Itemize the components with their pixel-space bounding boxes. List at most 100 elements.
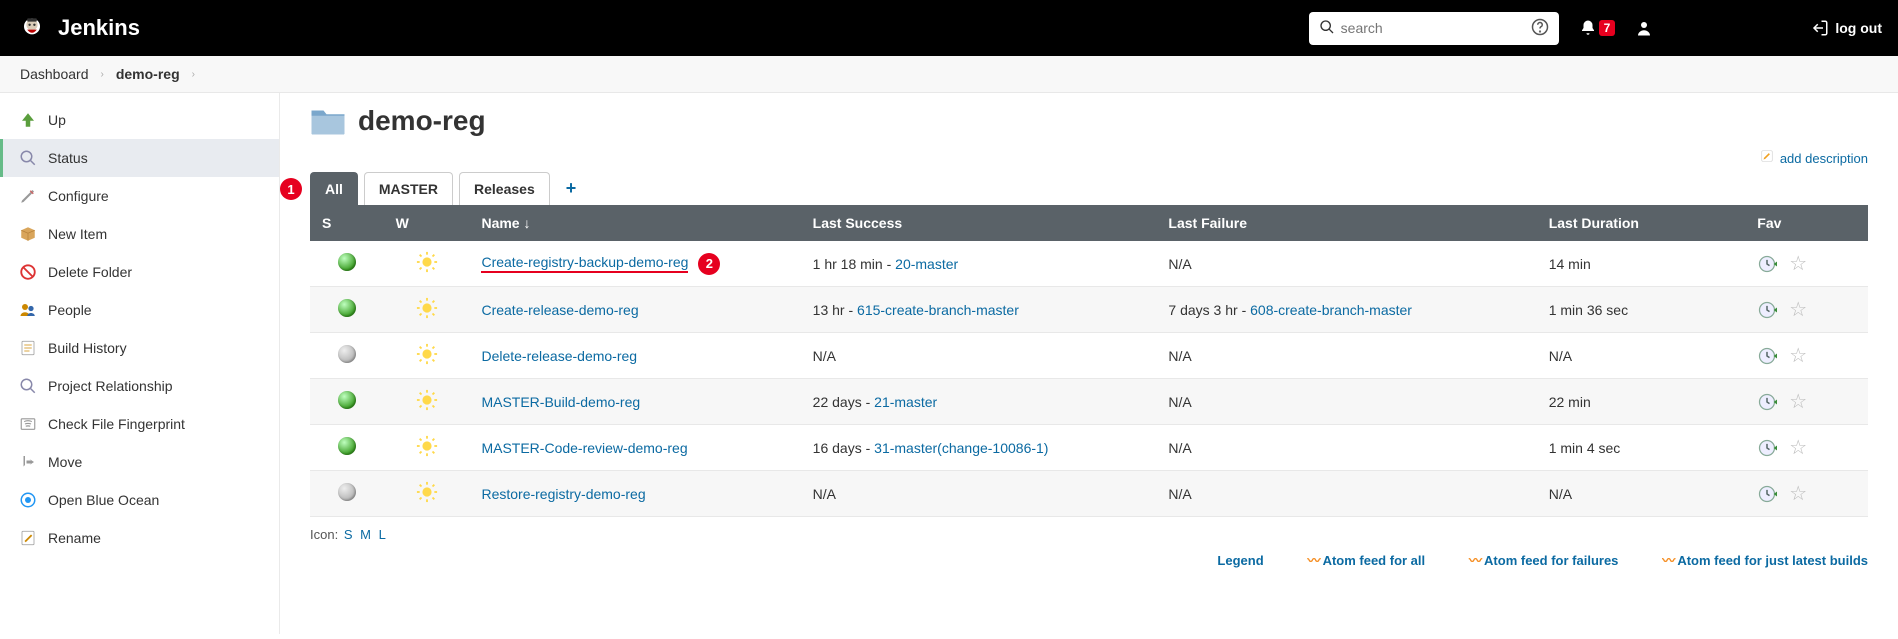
tab-releases[interactable]: Releases [459, 172, 550, 205]
atom-latest-link[interactable]: 〰Atom feed for just latest builds [1662, 553, 1868, 568]
job-link[interactable]: Delete-release-demo-reg [481, 348, 637, 364]
job-link[interactable]: Create-registry-backup-demo-reg [481, 254, 688, 273]
sidebar-item-people[interactable]: People [0, 291, 279, 329]
top-header: Jenkins 7 log out [0, 0, 1898, 56]
job-link[interactable]: MASTER-Build-demo-reg [481, 394, 640, 410]
sidebar-item-delete[interactable]: Delete Folder [0, 253, 279, 291]
col-status[interactable]: S [310, 205, 384, 241]
status-ball-icon[interactable] [338, 391, 356, 409]
sidebar-item-relationship[interactable]: Project Relationship [0, 367, 279, 405]
tab-master[interactable]: MASTER [364, 172, 453, 205]
last-success-text: 22 days - [813, 394, 874, 410]
favorite-toggle[interactable]: ☆ [1789, 435, 1807, 460]
weather-sun-icon[interactable] [416, 260, 438, 276]
weather-sun-icon[interactable] [416, 490, 438, 506]
job-link[interactable]: Restore-registry-demo-reg [481, 486, 645, 502]
sidebar-item-fingerprint[interactable]: Check File Fingerprint [0, 405, 279, 443]
build-link[interactable]: 31-master(change-10086-1) [874, 440, 1048, 456]
col-name[interactable]: Name ↓ [469, 205, 800, 241]
col-fav[interactable]: Fav [1745, 205, 1868, 241]
footer-links: Legend 〰Atom feed for all 〰Atom feed for… [310, 550, 1868, 569]
col-last-failure[interactable]: Last Failure [1156, 205, 1536, 241]
folder-icon [310, 105, 346, 137]
status-ball-icon[interactable] [338, 437, 356, 455]
build-link[interactable]: 21-master [874, 394, 937, 410]
notepad-icon [18, 339, 38, 357]
view-tabs: 1 All MASTER Releases + [310, 172, 1868, 205]
breadcrumb-current[interactable]: demo-reg [116, 66, 180, 82]
last-duration-text: 14 min [1549, 256, 1591, 272]
tab-all[interactable]: All [310, 172, 358, 205]
add-view-button[interactable]: + [556, 174, 587, 203]
schedule-build-button[interactable] [1757, 254, 1789, 270]
chevron-right-icon: › [192, 69, 195, 80]
weather-sun-icon[interactable] [416, 398, 438, 414]
jenkins-logo[interactable]: Jenkins [16, 12, 140, 44]
last-success-text: 16 days - [813, 440, 874, 456]
notifications-button[interactable]: 7 [1579, 19, 1616, 37]
breadcrumb: Dashboard › demo-reg › [0, 56, 1898, 93]
legend-link[interactable]: Legend [1217, 553, 1263, 568]
favorite-toggle[interactable]: ☆ [1789, 297, 1807, 322]
user-menu[interactable] [1635, 18, 1799, 38]
status-ball-icon[interactable] [338, 253, 356, 271]
sidebar-item-label: Configure [48, 188, 109, 204]
col-weather[interactable]: W [384, 205, 470, 241]
table-row: Restore-registry-demo-reg N/A N/A N/A ☆ [310, 471, 1868, 517]
col-last-duration[interactable]: Last Duration [1537, 205, 1746, 241]
sidebar-item-move[interactable]: Move [0, 443, 279, 481]
build-link[interactable]: 615-create-branch-master [857, 302, 1019, 318]
sidebar-item-up[interactable]: Up [0, 101, 279, 139]
last-success-text: N/A [813, 486, 836, 502]
weather-sun-icon[interactable] [416, 352, 438, 368]
help-icon[interactable] [1531, 18, 1549, 39]
last-failure-text: N/A [1168, 394, 1191, 410]
favorite-toggle[interactable]: ☆ [1789, 389, 1807, 414]
search-input[interactable] [1341, 20, 1531, 36]
sidebar-item-newitem[interactable]: New Item [0, 215, 279, 253]
favorite-toggle[interactable]: ☆ [1789, 481, 1807, 506]
build-link[interactable]: 20-master [895, 256, 958, 272]
user-icon [1635, 19, 1653, 37]
sidebar-item-configure[interactable]: Configure [0, 177, 279, 215]
job-link[interactable]: MASTER-Code-review-demo-reg [481, 440, 687, 456]
schedule-build-button[interactable] [1757, 300, 1789, 316]
sidebar-item-blueocean[interactable]: Open Blue Ocean [0, 481, 279, 519]
table-row: Delete-release-demo-reg N/A N/A N/A ☆ [310, 333, 1868, 379]
job-link[interactable]: Create-release-demo-reg [481, 302, 638, 318]
schedule-build-button[interactable] [1757, 484, 1789, 500]
logout-icon [1811, 19, 1829, 37]
sidebar-item-rename[interactable]: Rename [0, 519, 279, 557]
sidebar-item-label: Move [48, 454, 82, 470]
status-ball-icon[interactable] [338, 483, 356, 501]
status-ball-icon[interactable] [338, 345, 356, 363]
add-description-label: add description [1780, 151, 1868, 166]
page-header: demo-reg [310, 105, 1868, 137]
sidebar-item-history[interactable]: Build History [0, 329, 279, 367]
add-description-link[interactable]: add description [1760, 151, 1868, 166]
jenkins-mascot-icon [16, 12, 48, 44]
notification-badge: 7 [1599, 20, 1616, 36]
search-box[interactable] [1309, 12, 1559, 45]
status-ball-icon[interactable] [338, 299, 356, 317]
weather-sun-icon[interactable] [416, 444, 438, 460]
brand-text: Jenkins [58, 15, 140, 41]
favorite-toggle[interactable]: ☆ [1789, 251, 1807, 276]
col-last-success[interactable]: Last Success [801, 205, 1157, 241]
iconsize-s[interactable]: S [344, 527, 353, 542]
atom-all-link[interactable]: 〰Atom feed for all [1308, 553, 1426, 568]
iconsize-l[interactable]: L [379, 527, 386, 542]
weather-sun-icon[interactable] [416, 306, 438, 322]
breadcrumb-dashboard[interactable]: Dashboard [20, 66, 89, 82]
schedule-build-button[interactable] [1757, 392, 1789, 408]
fingerprint-icon [18, 415, 38, 433]
iconsize-m[interactable]: M [360, 527, 371, 542]
schedule-build-button[interactable] [1757, 438, 1789, 454]
sidebar-item-status[interactable]: Status [0, 139, 279, 177]
favorite-toggle[interactable]: ☆ [1789, 343, 1807, 368]
build-link[interactable]: 608-create-branch-master [1250, 302, 1412, 318]
schedule-build-button[interactable] [1757, 346, 1789, 362]
atom-failures-link[interactable]: 〰Atom feed for failures [1469, 553, 1618, 568]
annotation-2: 2 [698, 253, 720, 275]
logout-button[interactable]: log out [1811, 19, 1882, 37]
